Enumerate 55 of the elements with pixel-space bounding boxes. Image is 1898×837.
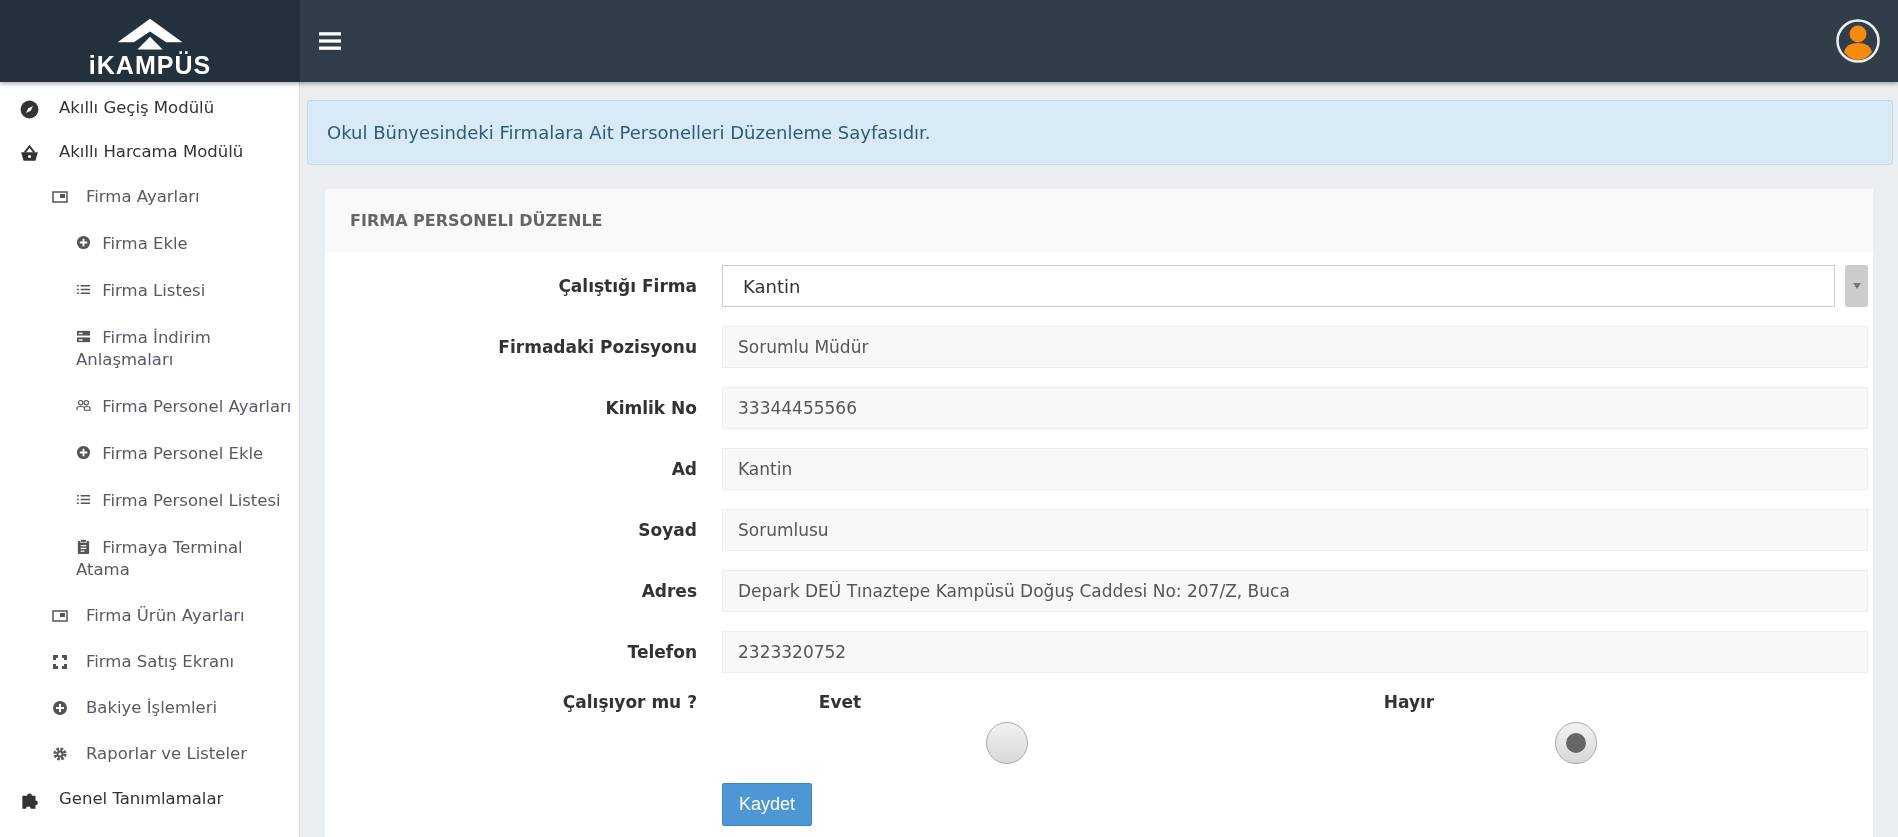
user-avatar-icon[interactable] [1836, 19, 1880, 63]
menu-icon[interactable] [319, 32, 341, 50]
expand-icon [52, 654, 68, 670]
card-title: FIRMA PERSONELI DÜZENLE [350, 211, 603, 230]
sidebar-item[interactable]: Bakiye İşlemleri [0, 685, 299, 731]
sidebar-item[interactable]: Firma Ürün Ayarları [0, 593, 299, 639]
plus-icon [76, 445, 91, 460]
field-label: Kimlik No [604, 398, 698, 418]
caret-icon [1852, 283, 1861, 289]
field-label: Telefon [626, 642, 698, 662]
field-label: Adres [640, 581, 698, 601]
field-label: Firmadaki Pozisyonu [497, 337, 698, 357]
list-icon [76, 492, 91, 507]
sidebar-item[interactable]: Akıllı Harcama Modülü [0, 130, 299, 174]
logo-text: iKAMPÜS [88, 53, 212, 78]
radio-label: Hayır [1382, 692, 1436, 712]
sidebar-item[interactable]: Firma Ekle [0, 220, 299, 267]
input-field[interactable]: Sorumlusu [722, 509, 1868, 551]
sidebar-item[interactable]: Raporlar ve Listeler [0, 731, 299, 777]
puzzle-icon [20, 791, 39, 810]
plus-icon [52, 700, 68, 716]
window-icon [52, 608, 68, 624]
field-label: Ad [670, 459, 698, 479]
field-label: Soyad [637, 520, 698, 540]
input-field[interactable]: Depark DEÜ Tınaztepe Kampüsü Doğuş Caddesi No: 207/Z, Buca [722, 570, 1868, 612]
list-icon [76, 282, 91, 297]
input-field[interactable]: 33344455566 [722, 387, 1868, 429]
sidebar-item[interactable]: Firma Satış Ekranı [0, 639, 299, 685]
radio-button[interactable] [986, 722, 1028, 764]
compass-icon [20, 100, 39, 119]
people-icon [76, 398, 91, 413]
sidebar-item[interactable]: Firma Ayarları [0, 174, 299, 220]
field-label: Çalıştığı Firma [557, 276, 698, 296]
window-icon [52, 189, 68, 205]
basket-icon [20, 144, 39, 163]
sidebar-item[interactable]: Firma Personel Ayarları [0, 383, 299, 430]
gear-icon [52, 746, 68, 762]
sidebar-item[interactable]: Genel Tanımlamalar [0, 777, 299, 821]
company-select[interactable]: Kantin [722, 265, 1835, 307]
plus-icon [76, 235, 91, 250]
radio-label: Evet [817, 692, 863, 712]
input-field[interactable]: Sorumlu Müdür [722, 326, 1868, 368]
sidebar-item[interactable]: Firma Personel Ekle [0, 430, 299, 477]
sidebar-item[interactable]: Firma Listesi [0, 267, 299, 314]
clipboard-icon [76, 539, 91, 554]
input-field[interactable]: Kantin [722, 448, 1868, 490]
sidebar-item[interactable]: Firmaya Terminal Atama [0, 524, 299, 593]
server-icon [76, 329, 91, 344]
sidebar-item[interactable]: Firma İndirim Anlaşmaları [0, 314, 299, 383]
sidebar-item[interactable]: Akıllı Geçiş Modülü [0, 86, 299, 130]
field-label: Çalışıyor mu ? [561, 692, 698, 712]
radio-button[interactable] [1555, 722, 1597, 764]
info-alert: Okul Bünyesindeki Firmalara Ait Personelleri Düzenleme Sayfasıdır. [307, 100, 1893, 165]
input-field[interactable]: 2323320752 [722, 631, 1868, 673]
sidebar-item[interactable]: Firma Personel Listesi [0, 477, 299, 524]
